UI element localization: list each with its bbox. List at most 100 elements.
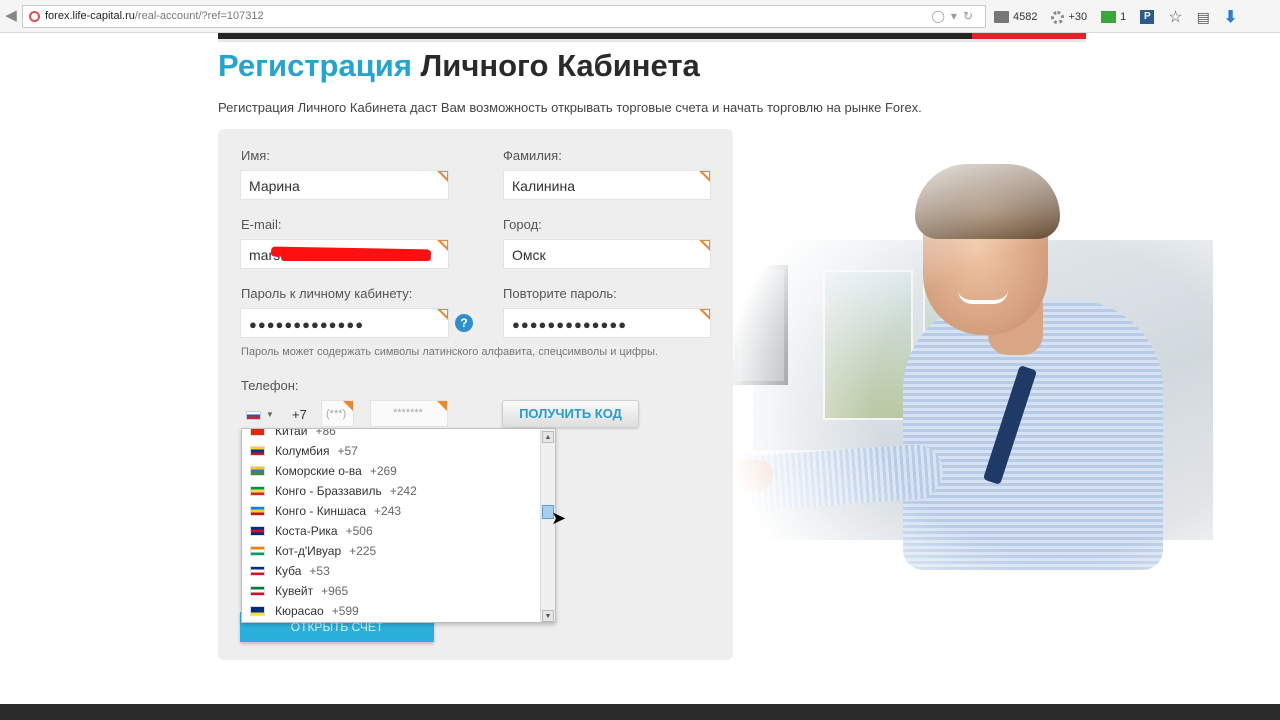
country-dial-code: +225 (349, 544, 377, 558)
download-arrow-icon[interactable]: ⬇ (1224, 7, 1237, 27)
email-label: E-mail: (241, 217, 282, 232)
country-flag-icon (250, 446, 265, 456)
country-option[interactable]: Конго - Браззавиль +242 (242, 481, 540, 501)
country-name: Конго - Киншаса (275, 504, 367, 518)
last-name-label: Фамилия: (503, 148, 562, 163)
phone-label: Телефон: (241, 378, 299, 393)
country-name: Куба (275, 564, 302, 578)
country-option[interactable]: Кот-д'Ивуар +225 (242, 541, 540, 561)
country-name: Кюрасао (275, 604, 324, 618)
weather-temp: +30 (1068, 11, 1088, 23)
country-name: Коста-Рика (275, 524, 338, 538)
password-repeat-input[interactable]: ●●●●●●●●●●●●● (503, 308, 711, 338)
russia-flag-icon[interactable] (246, 411, 261, 420)
first-name-input[interactable]: Марина (240, 170, 449, 200)
country-dial-code: +242 (389, 484, 417, 498)
site-favicon-icon (29, 11, 40, 22)
country-select-caret-icon[interactable]: ▼ (266, 410, 274, 419)
address-bar[interactable]: forex.life-capital.ru/real-account/?ref=… (22, 5, 986, 28)
country-dial-code: +506 (345, 524, 373, 538)
extensions-area: 4582 +30 1 P ☆ ▤ ⬇ (994, 7, 1237, 27)
bookmark-star-icon[interactable]: ☆ (1168, 7, 1182, 27)
first-name-label: Имя: (241, 148, 270, 163)
dropdown-icon[interactable]: ▾ (951, 9, 963, 23)
password-repeat-label: Повторите пароль: (503, 286, 617, 301)
country-option[interactable]: Конго - Киншаса +243 (242, 501, 540, 521)
country-flag-icon (250, 466, 265, 476)
country-flag-icon (250, 546, 265, 556)
country-option[interactable]: Китай +86 (242, 428, 540, 441)
get-code-button[interactable]: ПОЛУЧИТЬ КОД (502, 400, 639, 428)
required-marker-icon (699, 309, 710, 320)
help-icon[interactable]: ? (455, 314, 473, 332)
scroll-down-icon[interactable]: ▼ (542, 610, 554, 622)
country-flag-icon (250, 526, 265, 536)
country-dial-code: +599 (331, 604, 359, 618)
country-list: Китай +86 Колумбия +57 Коморские о-ва +269 Кон… (242, 428, 540, 622)
mail-icon (994, 11, 1009, 23)
country-dial-code: +243 (374, 504, 402, 518)
country-name: Китай (275, 428, 308, 438)
phone-area-input[interactable]: (***) (321, 400, 354, 427)
mail-extension[interactable]: 4582 (994, 11, 1037, 23)
password-value: ●●●●●●●●●●●●● (249, 317, 365, 332)
country-option[interactable]: Кюрасао +599 (242, 601, 540, 621)
country-option[interactable]: Лаос+856 (242, 621, 540, 622)
phone-number-input[interactable]: ******* (370, 400, 448, 427)
url-text: forex.life-capital.ru/real-account/?ref=… (45, 10, 264, 22)
mail-count: 4582 (1013, 11, 1038, 23)
back-arrow-icon[interactable]: ◀ (2, 7, 20, 25)
required-marker-icon (437, 171, 448, 182)
password-repeat-value: ●●●●●●●●●●●●● (512, 317, 628, 332)
city-label: Город: (503, 217, 542, 232)
browser-toolbar: ◀ forex.life-capital.ru/real-account/?re… (0, 0, 1280, 33)
reading-list-icon[interactable]: ▤ (1197, 9, 1210, 26)
country-dial-code: +269 (369, 464, 397, 478)
required-marker-icon (437, 401, 447, 411)
page-subtitle: Регистрация Личного Кабинета даст Вам во… (218, 100, 922, 115)
weather-extension[interactable]: +30 (1051, 10, 1088, 24)
password-input[interactable]: ●●●●●●●●●●●●● (240, 308, 449, 338)
address-bar-icons[interactable]: ◯▾↻ (931, 9, 979, 23)
scroll-up-icon[interactable]: ▲ (542, 431, 554, 443)
first-name-value: Марина (249, 178, 300, 194)
country-dial-code: +53 (309, 564, 330, 578)
header-shadow (218, 39, 1086, 42)
country-name: Кот-д'Ивуар (275, 544, 342, 558)
country-name: Колумбия (275, 444, 330, 458)
password-label: Пароль к личному кабинету: (241, 286, 413, 301)
country-flag-icon (250, 429, 265, 436)
country-dropdown[interactable]: Китай +86 Колумбия +57 Коморские о-ва +269 Кон… (241, 428, 556, 623)
country-option[interactable]: Куба +53 (242, 561, 540, 581)
country-option[interactable]: Коморские о-ва +269 (242, 461, 540, 481)
green-extension[interactable]: 1 (1101, 11, 1126, 23)
city-input[interactable]: Омск (503, 239, 711, 269)
country-dial-code: +57 (337, 444, 358, 458)
country-name: Кувейт (275, 584, 314, 598)
title-highlight: Регистрация (218, 48, 412, 83)
sun-icon (1051, 10, 1065, 24)
required-marker-icon (437, 309, 448, 320)
p-extension-icon[interactable]: P (1140, 10, 1155, 24)
country-flag-icon (250, 606, 265, 616)
required-marker-icon (343, 401, 353, 411)
country-flag-icon (250, 566, 265, 576)
country-dial-code: +965 (321, 584, 349, 598)
required-marker-icon (699, 240, 710, 251)
phone-country-code: +7 (292, 407, 307, 422)
country-option[interactable]: Коста-Рика +506 (242, 521, 540, 541)
password-hint: Пароль может содержать символы латинског… (241, 346, 658, 358)
country-option[interactable]: Колумбия +57 (242, 441, 540, 461)
country-flag-icon (250, 506, 265, 516)
country-name: Коморские о-ва (275, 464, 362, 478)
email-input[interactable]: mars (240, 239, 449, 269)
city-value: Омск (512, 247, 546, 263)
reload-icon[interactable]: ↻ (963, 9, 979, 23)
country-flag-icon (250, 586, 265, 596)
reader-icon[interactable]: ◯ (931, 9, 950, 23)
green-count: 1 (1120, 11, 1127, 23)
country-flag-icon (250, 486, 265, 496)
country-option[interactable]: Кувейт +965 (242, 581, 540, 601)
last-name-input[interactable]: Калинина (503, 170, 711, 200)
required-marker-icon (699, 171, 710, 182)
